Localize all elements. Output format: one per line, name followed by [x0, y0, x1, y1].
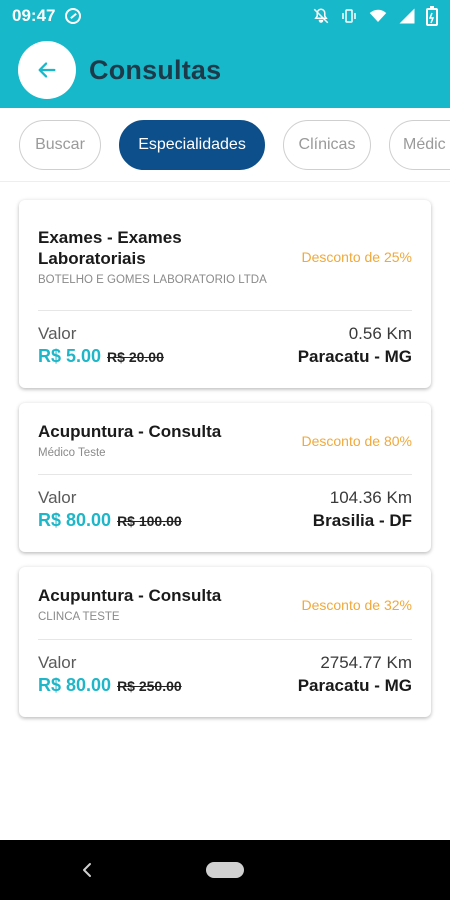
discount-label: Desconto de 80%: [301, 432, 412, 449]
app-notification-icon: [65, 8, 82, 24]
nav-home-pill[interactable]: [206, 862, 244, 878]
tab-especialidades[interactable]: Especialidades: [119, 119, 265, 170]
status-bar: 09:47: [0, 0, 450, 32]
vibrate-icon: [342, 9, 356, 23]
card-provider: BOTELHO E GOMES LABORATORIO LTDA: [38, 273, 267, 286]
back-button[interactable]: [18, 41, 76, 99]
nav-back-icon[interactable]: [80, 860, 94, 880]
old-price: R$ 250.00: [117, 678, 182, 694]
consulta-card[interactable]: Acupuntura - Consulta Médico Teste Desco…: [19, 403, 431, 552]
card-provider: Médico Teste: [38, 446, 106, 459]
consulta-card[interactable]: Acupuntura - Consulta CLINCA TESTE Desco…: [19, 567, 431, 717]
arrow-left-icon: [38, 62, 56, 78]
card-title: Acupuntura - Consulta: [38, 586, 222, 605]
consulta-card[interactable]: Exames - Exames Laboratoriais BOTELHO E …: [19, 200, 431, 388]
distance: 2754.77 Km: [320, 653, 412, 672]
old-price: R$ 20.00: [107, 349, 164, 365]
valor-label: Valor: [38, 488, 77, 507]
price: R$ 5.00: [38, 346, 102, 366]
discount-label: Desconto de 25%: [301, 249, 412, 265]
card-provider: CLINCA TESTE: [38, 611, 120, 623]
card-title: Acupuntura - Consulta: [38, 421, 222, 441]
city: Paracatu - MG: [297, 347, 412, 366]
app-header: Consultas: [0, 32, 450, 108]
wifi-icon: [369, 9, 387, 22]
system-nav-bar: [0, 840, 450, 900]
tab-medicos[interactable]: Médic: [389, 119, 450, 170]
page-title: Consultas: [89, 54, 222, 85]
card-title: Exames - Exames Laboratoriais: [38, 227, 182, 268]
status-time: 09:47: [12, 6, 56, 25]
distance: 0.56 Km: [348, 324, 412, 343]
mute-icon: [313, 8, 329, 24]
filter-tabs: Buscar Especialidades Clínicas Médic: [0, 108, 450, 182]
price: R$ 80.00: [38, 510, 112, 530]
valor-label: Valor: [38, 653, 77, 672]
distance: 104.36 Km: [329, 488, 412, 507]
city: Brasilia - DF: [312, 511, 412, 530]
old-price: R$ 100.00: [117, 513, 182, 529]
discount-label: Desconto de 32%: [301, 597, 412, 613]
status-icons: [312, 6, 438, 26]
signal-icon: [399, 8, 415, 24]
price: R$ 80.00: [38, 675, 112, 695]
city: Paracatu - MG: [297, 676, 412, 695]
battery-icon: [426, 6, 438, 26]
valor-label: Valor: [38, 324, 77, 343]
tab-clinicas[interactable]: Clínicas: [283, 119, 371, 170]
tab-buscar[interactable]: Buscar: [19, 119, 101, 170]
